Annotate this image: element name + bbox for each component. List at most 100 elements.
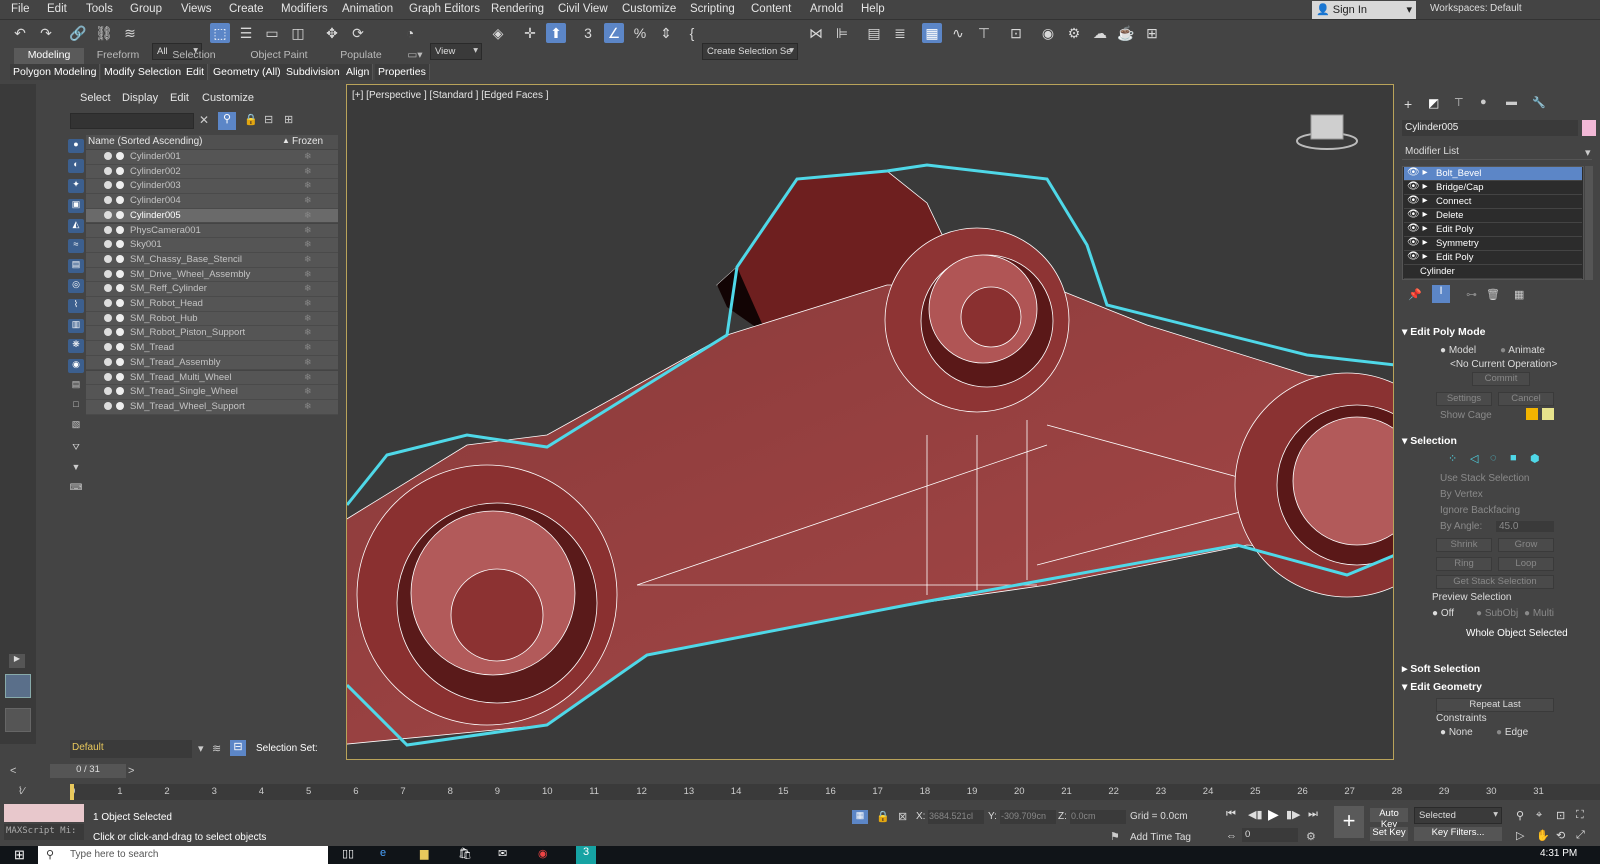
link-icon[interactable]: 🔗 — [68, 23, 88, 43]
lock-icon[interactable]: 🔒 — [244, 113, 258, 126]
mirror-icon[interactable]: ⋈ — [806, 23, 826, 43]
layer-manager-icon[interactable]: ≋ — [212, 742, 221, 755]
display-all-icon[interactable]: ▤ — [68, 379, 84, 393]
object-name-field[interactable]: Cylinder005 — [1402, 120, 1578, 136]
visibility-eye-icon[interactable] — [104, 372, 112, 381]
display-visible-icon[interactable]: ◉ — [68, 359, 84, 373]
scene-row-sm-robot-piston-support[interactable]: SM_Robot_Piston_Support ❄ — [86, 326, 338, 342]
rectangular-selection-icon[interactable]: ▭ — [262, 23, 282, 43]
spinner-snap-icon[interactable]: ⇕ — [656, 23, 676, 43]
workspace-dropdown[interactable]: Default — [1490, 3, 1522, 14]
visibility-eye-icon[interactable] — [104, 225, 112, 234]
selection-lock-icon[interactable]: 🔒 — [876, 810, 890, 823]
display-xrefs-icon[interactable]: ◎ — [68, 279, 84, 293]
curve-editor-mini-icon[interactable]: ⌇∕ — [18, 786, 25, 797]
preview-subobj-radio[interactable]: ● SubObj — [1476, 608, 1518, 619]
scene-row-sm-chassy-base-stencil[interactable]: SM_Chassy_Base_Stencil ❄ — [86, 252, 338, 268]
tab-object-paint[interactable]: Object Paint — [242, 48, 316, 64]
constraint-edge-radio[interactable]: ● Edge — [1496, 727, 1528, 738]
scene-row-cylinder005[interactable]: Cylinder005 ❄ — [86, 208, 338, 224]
toggle-ribbon-icon[interactable]: ≣ — [890, 23, 910, 43]
go-to-start-icon[interactable]: ⏮ — [1226, 808, 1236, 821]
visibility-eye-icon[interactable] — [104, 269, 112, 278]
scene-search-input[interactable] — [70, 113, 194, 129]
menu-customize[interactable]: Customize — [622, 3, 676, 15]
by-vertex-checkbox[interactable]: By Vertex — [1440, 489, 1483, 500]
visibility-eye-icon[interactable] — [104, 240, 112, 249]
set-key-button[interactable]: Set Key — [1370, 827, 1408, 841]
select-object-icon[interactable]: ⬚ — [210, 23, 230, 43]
perspective-viewport[interactable] — [346, 84, 1394, 760]
display-helpers-icon[interactable]: ◭ — [68, 219, 84, 233]
key-filters-button[interactable]: Key Filters... — [1414, 827, 1502, 841]
hierarchy-tab-icon[interactable]: ⊤ — [1454, 96, 1464, 109]
by-angle-checkbox[interactable]: By Angle: — [1440, 521, 1482, 532]
modifier-toggle-icon[interactable]: 👁 ▸ — [1407, 251, 1428, 262]
pivot-center-icon[interactable]: ◈ — [488, 23, 508, 43]
utilities-tab-icon[interactable]: 🔧 — [1532, 96, 1546, 109]
modifier-stack-scrollbar[interactable] — [1585, 166, 1593, 280]
visibility-eye-icon[interactable] — [104, 357, 112, 366]
auto-key-button[interactable]: Auto Key — [1370, 808, 1408, 830]
sign-in-dropdown[interactable]: 👤 Sign In ▾ — [1312, 1, 1416, 19]
modifier-toggle-icon[interactable]: 👁 ▸ — [1407, 195, 1428, 206]
modifier-toggle-icon[interactable]: 👁 ▸ — [1407, 237, 1428, 248]
scene-explorer-icon[interactable]: ▦ — [922, 23, 942, 43]
selection-rollout-header[interactable]: ▾ Selection — [1402, 435, 1457, 447]
pan-icon[interactable]: ✋ — [1536, 829, 1550, 842]
modify-tab-icon[interactable]: ◩ — [1428, 96, 1444, 112]
scene-row-sm-robot-head[interactable]: SM_Robot_Head ❄ — [86, 297, 338, 312]
modifier-item-delete[interactable]: 👁 ▸ Delete — [1404, 209, 1582, 223]
chrome-icon[interactable]: ◉ — [538, 847, 548, 860]
preview-multi-radio[interactable]: ● Multi — [1524, 608, 1554, 619]
ribbon-options-icon[interactable]: ▭▾ — [404, 48, 426, 64]
visibility-eye-icon[interactable] — [104, 328, 112, 337]
frozen-toggle-icon[interactable]: ❄ — [304, 298, 312, 309]
show-cage-checkbox[interactable]: Show Cage — [1440, 410, 1492, 421]
ignore-backfacing-checkbox[interactable]: Ignore Backfacing — [1440, 505, 1520, 516]
play-icon[interactable]: ▶ — [1268, 806, 1279, 823]
menu-scripting[interactable]: Scripting — [690, 3, 735, 15]
go-to-end-icon[interactable]: ⏭ — [1308, 808, 1318, 821]
cage-color-swatch[interactable] — [1526, 408, 1538, 420]
scene-row-sm-tread-assembly[interactable]: SM_Tread_Assembly ❄ — [86, 355, 338, 371]
unlink-icon[interactable]: ⛓ — [94, 23, 114, 43]
show-end-result-icon[interactable]: I — [1432, 285, 1450, 303]
frozen-toggle-icon[interactable]: ❄ — [304, 210, 312, 221]
undo-icon[interactable]: ↶ — [10, 23, 30, 43]
viewport-layout-alt-icon[interactable] — [5, 708, 31, 732]
polygon-mode-icon[interactable]: ■ — [1510, 452, 1517, 464]
expand-icon[interactable]: ▶ — [9, 654, 25, 668]
menu-content[interactable]: Content — [751, 3, 791, 15]
panel-geometry-all[interactable]: Geometry (All) — [210, 64, 285, 80]
scene-row-cylinder001[interactable]: Cylinder001 ❄ — [86, 150, 338, 165]
tab-selection[interactable]: Selection — [160, 48, 228, 64]
cancel-button[interactable]: Cancel — [1498, 392, 1554, 406]
time-slider[interactable]: 0 / 31 — [50, 764, 126, 778]
snaps-toggle-icon[interactable]: 3 — [578, 23, 598, 43]
taskbar-search-box[interactable]: ⚲ Type here to search — [38, 846, 328, 864]
frozen-toggle-icon[interactable]: ❄ — [304, 195, 312, 206]
frozen-toggle-icon[interactable]: ❄ — [304, 357, 312, 368]
set-keys-icon[interactable]: + — [1334, 806, 1364, 838]
frozen-toggle-icon[interactable]: ❄ — [304, 401, 312, 412]
create-tab-icon[interactable]: + — [1404, 96, 1412, 112]
panel-properties[interactable]: Properties — [375, 64, 430, 80]
visibility-eye-icon[interactable] — [104, 152, 112, 160]
frozen-toggle-icon[interactable]: ❄ — [304, 386, 312, 397]
angle-snap-icon[interactable]: ∠ — [604, 23, 624, 43]
modifier-item-connect[interactable]: 👁 ▸ Connect — [1404, 195, 1582, 209]
hierarchy-icon[interactable]: ⊟ — [264, 113, 273, 126]
scene-row-sm-robot-hub[interactable]: SM_Robot_Hub ❄ — [86, 311, 338, 327]
isolate-selection-icon[interactable]: ▦ — [852, 810, 868, 824]
modifier-item-edit-poly[interactable]: 👁 ▸ Edit Poly — [1404, 223, 1582, 237]
redo-icon[interactable]: ↷ — [36, 23, 56, 43]
viewport-layout-icon[interactable] — [5, 674, 31, 698]
frozen-toggle-icon[interactable]: ❄ — [304, 225, 312, 236]
scene-row-sky001[interactable]: Sky001 ❄ — [86, 238, 338, 253]
edge-mode-icon[interactable]: ◁ — [1470, 452, 1478, 465]
menu-modifiers[interactable]: Modifiers — [281, 3, 328, 15]
scene-explorer-mode-icon[interactable]: ⊟ — [230, 740, 246, 756]
name-column-header[interactable]: Name (Sorted Ascending) — [88, 136, 203, 147]
frozen-toggle-icon[interactable]: ❄ — [304, 180, 312, 191]
